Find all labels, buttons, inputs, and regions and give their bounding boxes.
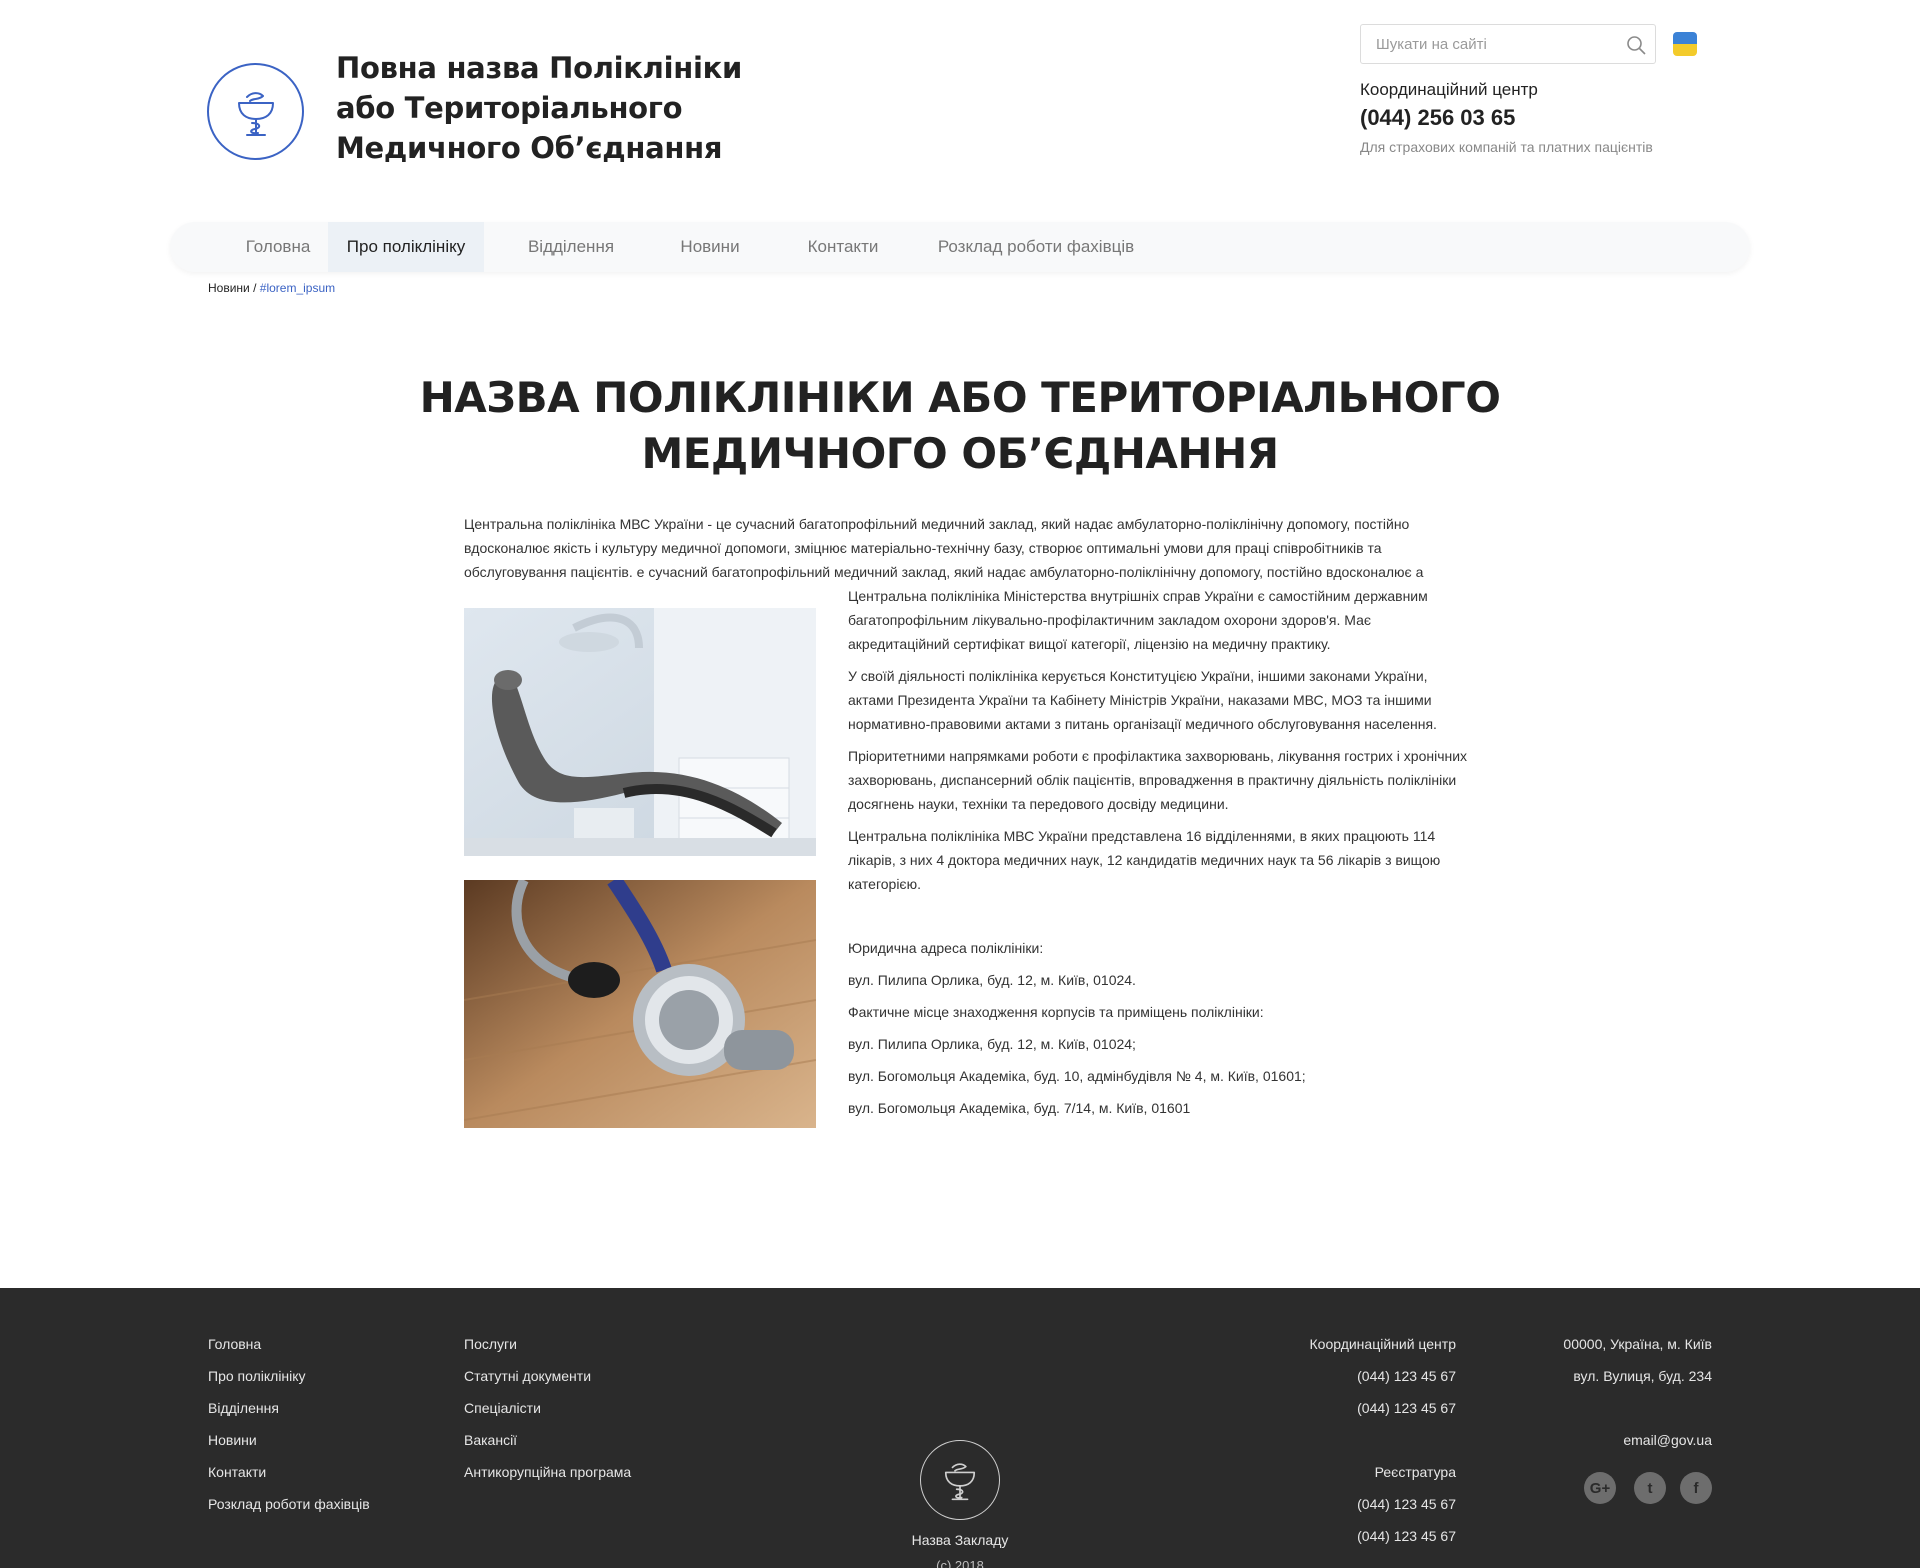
site-title: Повна назва Поліклініки або Територіальн… xyxy=(336,51,743,165)
footer-logo[interactable] xyxy=(920,1440,1000,1520)
address-block: Юридична адреса поліклініки: вул. Пилипа… xyxy=(848,932,1468,1124)
stethoscope-image xyxy=(464,880,816,1128)
footer-coord-phone[interactable]: (044) 123 45 67 xyxy=(1256,1392,1456,1424)
footer-link-about[interactable]: Про поліклініку xyxy=(208,1360,428,1392)
breadcrumb: Новини / #lorem_ipsum xyxy=(208,281,335,295)
nav-item-news[interactable]: Новини xyxy=(650,222,770,272)
footer-spacer xyxy=(1512,1392,1712,1424)
address-line: вул. Пилипа Орлика, буд. 12, м. Київ, 01… xyxy=(848,1036,1136,1052)
footer-coord-phone[interactable]: (044) 123 45 67 xyxy=(1256,1360,1456,1392)
facebook-icon[interactable]: f xyxy=(1680,1472,1712,1504)
footer-link-home[interactable]: Головна xyxy=(208,1328,428,1360)
about-paragraph: Центральна поліклініка МВС України предс… xyxy=(848,828,1441,892)
footer-link-schedule[interactable]: Розклад роботи фахівців xyxy=(208,1488,428,1520)
footer-link-departments[interactable]: Відділення xyxy=(208,1392,428,1424)
search-icon[interactable] xyxy=(1625,34,1647,56)
twitter-icon[interactable]: t xyxy=(1634,1472,1666,1504)
flag-blue-stripe xyxy=(1673,32,1697,44)
nav-item-schedule[interactable]: Розклад роботи фахівців xyxy=(926,222,1146,272)
breadcrumb-current[interactable]: #lorem_ipsum xyxy=(260,281,335,295)
search-box[interactable] xyxy=(1360,24,1656,64)
nav-item-departments[interactable]: Відділення xyxy=(506,222,636,272)
footer-link-statutes[interactable]: Статутні документи xyxy=(464,1360,704,1392)
footer-link-vacancies[interactable]: Вакансії xyxy=(464,1424,704,1456)
address-line: вул. Богомольця Академіка, буд. 7/14, м.… xyxy=(848,1100,1191,1116)
page-title: НАЗВА ПОЛІКЛІНІКИ АБО ТЕРИТОРІАЛЬНОГО МЕ… xyxy=(419,373,1501,478)
address-line: Юридична адреса поліклініки: xyxy=(848,940,1044,956)
footer: Головна Про поліклініку Відділення Новин… xyxy=(0,1288,1920,1568)
footer-address: 00000, Україна, м. Київ вул. Вулиця, буд… xyxy=(1512,1328,1712,1456)
ukraine-flag-icon[interactable] xyxy=(1673,32,1697,56)
contact-note: Для страхових компаній та платних пацієн… xyxy=(1360,139,1653,155)
footer-registry-label: Реєстратура xyxy=(1374,1464,1456,1480)
flag-yellow-stripe xyxy=(1673,44,1697,56)
google-plus-icon[interactable]: G+ xyxy=(1584,1472,1616,1504)
footer-link-services[interactable]: Послуги xyxy=(464,1328,704,1360)
nav-item-home[interactable]: Головна xyxy=(218,222,338,272)
address-line: вул. Богомольця Академіка, буд. 10, адмі… xyxy=(848,1068,1306,1084)
footer-institution-name: Назва Закладу xyxy=(911,1532,1009,1548)
contact-label: Координаційний центр xyxy=(1360,80,1538,99)
footer-link-anticorruption[interactable]: Антикорупційна програма xyxy=(464,1456,704,1488)
caduceus-icon xyxy=(237,91,274,136)
footer-link-specialists[interactable]: Спеціалісти xyxy=(464,1392,704,1424)
footer-copyright: (с) 2018 xyxy=(936,1558,984,1568)
address-line: вул. Пилипа Орлика, буд. 12, м. Київ, 01… xyxy=(848,972,1136,988)
footer-nav-col-1: Головна Про поліклініку Відділення Новин… xyxy=(208,1328,428,1520)
caduceus-icon xyxy=(944,1463,976,1501)
nav-item-contacts[interactable]: Контакти xyxy=(778,222,908,272)
address-line: Фактичне місце знаходження корпусів та п… xyxy=(848,1004,1264,1020)
breadcrumb-parent[interactable]: Новини xyxy=(208,281,250,295)
contact-phone[interactable]: (044) 256 03 65 xyxy=(1360,105,1515,131)
footer-registry-phone[interactable]: (044) 123 45 67 xyxy=(1256,1488,1456,1520)
logo[interactable] xyxy=(207,63,304,160)
intro-paragraph: Центральна поліклініка МВС України - це … xyxy=(464,516,1424,580)
footer-link-news[interactable]: Новини xyxy=(208,1424,428,1456)
about-text: Центральна поліклініка Міністерства внут… xyxy=(848,584,1468,904)
footer-registry-phone[interactable]: (044) 123 45 67 xyxy=(1256,1520,1456,1552)
search-input[interactable] xyxy=(1361,25,1611,63)
footer-spacer xyxy=(1256,1424,1456,1456)
footer-coord-label: Координаційний центр xyxy=(1309,1336,1457,1352)
footer-nav-col-2: Послуги Статутні документи Спеціалісти В… xyxy=(464,1328,704,1488)
about-paragraph: Пріоритетними напрямками роботи є профіл… xyxy=(848,748,1468,812)
about-paragraph: Центральна поліклініка Міністерства внут… xyxy=(848,588,1428,652)
footer-address-line: 00000, Україна, м. Київ xyxy=(1563,1336,1712,1352)
main-nav: Головна Про поліклініку Відділення Новин… xyxy=(170,222,1750,272)
breadcrumb-separator: / xyxy=(249,281,260,295)
footer-email[interactable]: email@gov.ua xyxy=(1512,1424,1712,1456)
footer-phones: Координаційний центр (044) 123 45 67 (04… xyxy=(1256,1328,1457,1552)
about-paragraph: У своїй діяльності поліклініка керується… xyxy=(848,668,1437,732)
nav-item-about[interactable]: Про поліклініку xyxy=(328,222,484,272)
dental-chair-image xyxy=(464,608,816,856)
footer-link-contacts[interactable]: Контакти xyxy=(208,1456,428,1488)
footer-address-line: вул. Вулиця, буд. 234 xyxy=(1573,1368,1712,1384)
